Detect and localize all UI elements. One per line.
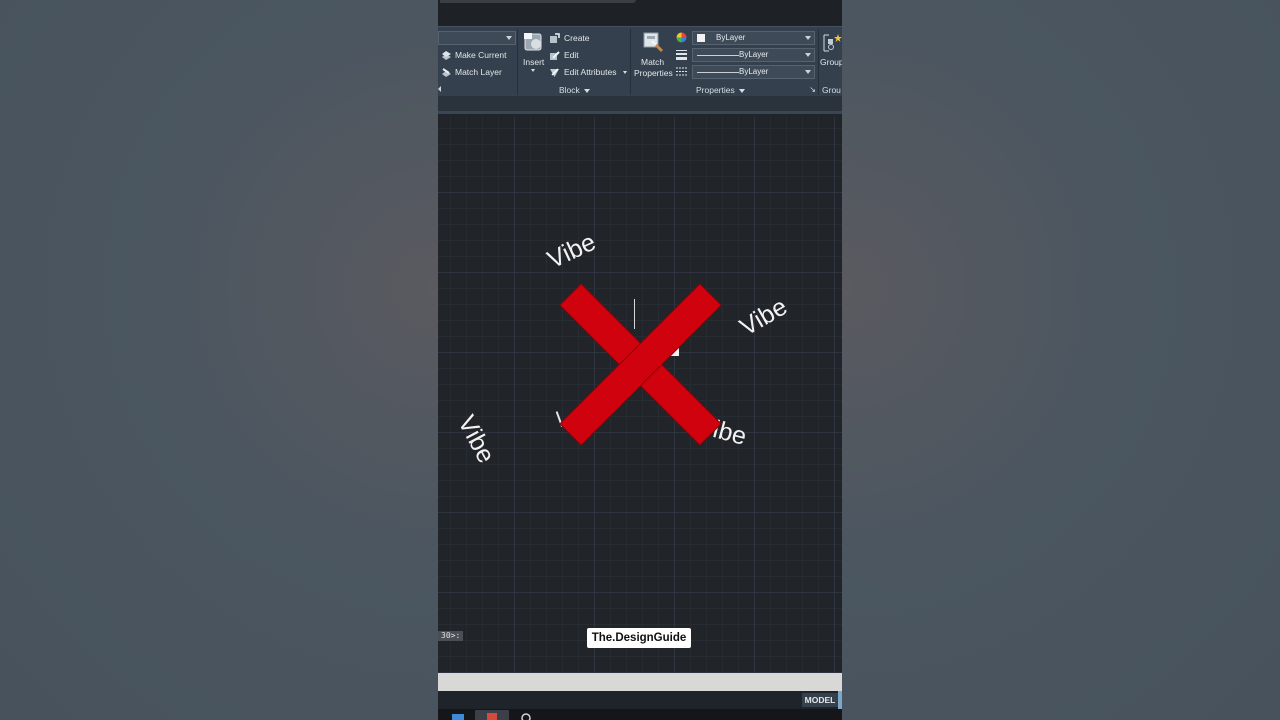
lineweight-value: ByLayer bbox=[739, 50, 769, 59]
properties-panel-title[interactable]: Properties bbox=[696, 85, 745, 95]
group-button[interactable]: Group bbox=[820, 57, 842, 67]
groups-panel-title[interactable]: Grou bbox=[822, 85, 841, 95]
match-layer-icon bbox=[442, 68, 451, 77]
vibe-text-top[interactable]: Vibe bbox=[543, 228, 600, 275]
linetype-icon bbox=[676, 67, 687, 76]
match-properties-icon bbox=[643, 32, 664, 53]
groups-panel: Group Grou bbox=[819, 27, 842, 97]
color-value: ByLayer bbox=[716, 33, 746, 42]
edit-attributes-button[interactable]: Edit Attributes bbox=[564, 67, 616, 77]
panel-launcher-icon[interactable]: ↘ bbox=[809, 85, 816, 94]
chevron-down-icon bbox=[805, 53, 811, 57]
color-swatch bbox=[697, 34, 705, 42]
color-wheel-icon bbox=[676, 32, 687, 43]
make-current-button[interactable]: Make Current bbox=[455, 50, 507, 60]
insert-dropdown-icon[interactable] bbox=[531, 69, 535, 72]
drawing-area[interactable]: Vibe Vibe Vibe Vibe 30>: The.DesignGuide bbox=[438, 117, 842, 673]
layers-panel: Make Current Match Layer bbox=[438, 27, 517, 97]
title-bar bbox=[438, 0, 842, 26]
status-edge bbox=[838, 691, 842, 709]
lineweight-dropdown[interactable]: ByLayer bbox=[692, 48, 815, 62]
autocad-window: Make Current Match Layer Insert Create E… bbox=[438, 0, 842, 720]
block-panel: Insert Create Edit Edit Attributes Block bbox=[518, 27, 630, 97]
status-bar: MODEL bbox=[438, 691, 842, 709]
create-block-button[interactable]: Create bbox=[564, 33, 590, 43]
quick-access-strip bbox=[440, 0, 636, 3]
vibe-text-right[interactable]: Vibe bbox=[735, 293, 792, 343]
taskbar bbox=[438, 709, 842, 720]
insert-button[interactable]: Insert bbox=[523, 57, 544, 67]
line-preview bbox=[697, 72, 739, 73]
group-icon bbox=[823, 34, 842, 52]
model-space-button[interactable]: MODEL bbox=[802, 693, 838, 707]
chevron-down-icon bbox=[805, 70, 811, 74]
match-properties-label-line2[interactable]: Properties bbox=[634, 68, 673, 78]
lineweight-icon bbox=[676, 50, 687, 60]
block-panel-title[interactable]: Block bbox=[559, 85, 590, 95]
edit-attributes-dropdown-icon[interactable] bbox=[623, 71, 627, 74]
linetype-dropdown[interactable]: ByLayer bbox=[692, 65, 815, 79]
red-x-icon bbox=[559, 283, 722, 446]
chevron-down-icon bbox=[506, 36, 512, 40]
panel-expand-icon[interactable] bbox=[438, 86, 441, 92]
vibe-text-left[interactable]: Vibe bbox=[451, 411, 500, 468]
blurred-background-right bbox=[842, 0, 1280, 720]
command-fragment: 30>: bbox=[438, 631, 464, 641]
drawing-tab-edge bbox=[438, 111, 842, 114]
blurred-background-left bbox=[0, 0, 438, 720]
ribbon-bottom-gap bbox=[438, 96, 842, 114]
match-properties-label-line1[interactable]: Match bbox=[641, 57, 664, 67]
ribbon: Make Current Match Layer Insert Create E… bbox=[438, 26, 842, 97]
command-line[interactable] bbox=[438, 673, 842, 691]
line-preview bbox=[697, 55, 739, 56]
taskbar-search-icon[interactable] bbox=[515, 710, 551, 720]
chevron-down-icon bbox=[583, 88, 590, 93]
edit-attributes-icon bbox=[550, 68, 559, 77]
taskbar-app-icon[interactable] bbox=[440, 710, 476, 720]
watermark-badge: The.DesignGuide bbox=[587, 628, 691, 648]
chevron-down-icon bbox=[738, 88, 745, 93]
match-layer-button[interactable]: Match Layer bbox=[455, 67, 502, 77]
insert-block-icon bbox=[524, 33, 542, 51]
edit-block-button[interactable]: Edit bbox=[564, 50, 579, 60]
color-dropdown[interactable]: ByLayer bbox=[692, 31, 815, 45]
make-current-icon bbox=[442, 51, 451, 60]
edit-block-icon bbox=[550, 51, 560, 60]
taskbar-autocad-icon[interactable] bbox=[475, 710, 511, 720]
layer-dropdown[interactable] bbox=[438, 31, 516, 45]
properties-panel: Match Properties ByLayer ByLayer ByLayer… bbox=[631, 27, 818, 97]
linetype-value: ByLayer bbox=[739, 67, 769, 76]
chevron-down-icon bbox=[805, 36, 811, 40]
create-block-icon bbox=[550, 33, 560, 43]
